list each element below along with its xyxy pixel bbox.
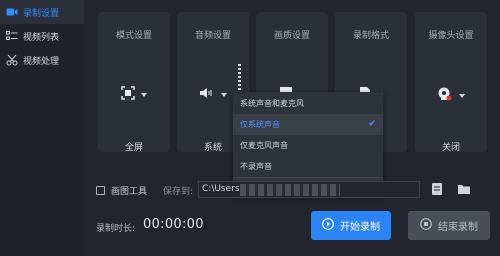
chevron-down-icon[interactable]	[221, 92, 227, 97]
card-title: 录制格式	[352, 31, 389, 41]
card-title: 画质设置	[273, 31, 310, 41]
start-recording-label: 开始录制	[340, 222, 380, 233]
card-value: 关闭	[441, 143, 460, 153]
play-icon	[322, 218, 334, 233]
sidebar-item-video-processing[interactable]: 视频处理	[0, 48, 84, 72]
draw-tool-checkbox[interactable]	[96, 186, 105, 195]
duration-value: 00:00:00	[143, 217, 204, 232]
start-recording-button[interactable]: 开始录制	[311, 211, 391, 240]
audio-option-mic-only[interactable]: 仅麦克风声音	[233, 135, 383, 156]
mode-settings-card[interactable]: 模式设置 全屏	[98, 12, 170, 153]
audio-option-system-only[interactable]: 仅系统声音 ✔	[233, 114, 383, 135]
sidebar-item-label: 视频处理	[23, 56, 60, 67]
duration-label: 录制时长:	[96, 224, 136, 234]
sidebar: 录制设置 视频列表 视频处理	[0, 0, 84, 256]
fullscreen-icon	[121, 86, 135, 103]
sidebar-item-label: 视频列表	[23, 32, 60, 43]
audio-option-label: 仅系统声音	[240, 120, 280, 129]
video-camera-icon	[6, 6, 18, 18]
scissors-icon	[6, 54, 18, 66]
chevron-down-icon[interactable]	[141, 92, 147, 97]
document-icon	[431, 182, 443, 199]
card-title: 音频设置	[194, 31, 231, 41]
path-obscured-overlay	[240, 184, 340, 196]
draw-tool-toggle[interactable]: 画图工具	[96, 184, 147, 197]
draw-tool-label: 画图工具	[111, 187, 148, 197]
card-title: 摄像头设置	[428, 31, 474, 41]
card-value: 全屏	[124, 143, 143, 153]
stop-icon	[420, 218, 432, 233]
audio-option-no-sound[interactable]: 不录声音	[233, 156, 383, 177]
list-icon	[6, 30, 18, 42]
check-icon: ✔	[368, 119, 376, 129]
stop-recording-button[interactable]: 结束录制	[408, 211, 490, 240]
file-list-button[interactable]	[430, 182, 444, 199]
audio-option-system-and-mic[interactable]: 系统声音和麦克风	[233, 93, 383, 114]
open-folder-button[interactable]	[457, 183, 471, 197]
webcam-settings-card[interactable]: 摄像头设置 关闭	[415, 12, 487, 153]
save-path-text: C:\Users	[202, 184, 240, 194]
sidebar-item-label: 录制设置	[23, 8, 60, 19]
save-to-label: 保存到:	[163, 187, 194, 197]
sidebar-item-record-settings[interactable]: 录制设置	[0, 0, 84, 24]
stop-recording-label: 结束录制	[438, 222, 478, 233]
chevron-down-icon[interactable]	[459, 93, 465, 98]
sidebar-item-video-list[interactable]: 视频列表	[0, 24, 84, 48]
card-title: 模式设置	[115, 31, 152, 41]
audio-dropdown-menu: 系统声音和麦克风 仅系统声音 ✔ 仅麦克风声音 不录声音 选项	[233, 92, 383, 195]
webcam-icon	[437, 86, 453, 105]
volume-meter	[238, 64, 241, 92]
folder-icon	[457, 183, 471, 198]
speaker-icon	[199, 86, 215, 103]
